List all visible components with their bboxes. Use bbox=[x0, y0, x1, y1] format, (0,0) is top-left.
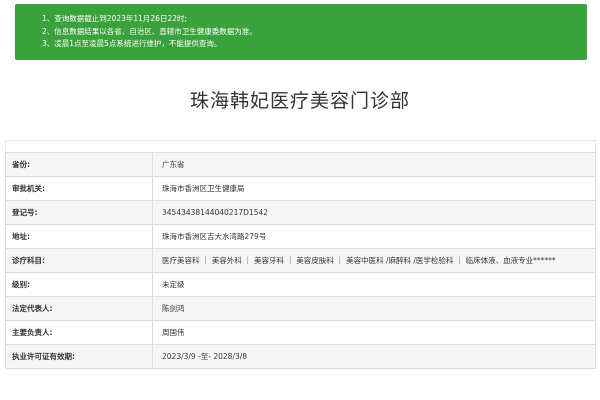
row-value: 珠海市香洲区卫生健康局 bbox=[152, 176, 596, 201]
row-label: 执业许可证有效期: bbox=[5, 344, 153, 369]
row-label: 登记号: bbox=[5, 200, 153, 225]
row-value: 医疗美容科 ｜ 美容外科 ｜ 美容牙科 ｜ 美容皮肤科 ｜ 美容中医科 /麻醉科… bbox=[152, 248, 596, 273]
row-value: 广东省 bbox=[152, 152, 596, 177]
table-row-principal: 主要负责人: 周国伟 bbox=[5, 320, 596, 345]
row-value: 周国伟 bbox=[152, 320, 596, 345]
notice-banner: 1、查询数据截止到2023年11月26日22时; 2、信息数据结果以各省、自治区… bbox=[15, 4, 587, 60]
table-row-legal-rep: 法定代表人: 陈剑鸿 bbox=[5, 296, 596, 321]
row-label: 法定代表人: bbox=[5, 296, 153, 321]
row-value: 2023/3/9 -至- 2028/3/8 bbox=[152, 344, 596, 369]
info-table: 省份: 广东省 审批机关: 珠海市香洲区卫生健康局 登记号: 345434381… bbox=[5, 140, 596, 369]
table-row-departments: 诊疗科目: 医疗美容科 ｜ 美容外科 ｜ 美容牙科 ｜ 美容皮肤科 ｜ 美容中医… bbox=[5, 248, 596, 273]
row-label: 级别: bbox=[5, 272, 153, 297]
table-row-province: 省份: 广东省 bbox=[5, 152, 596, 177]
table-row-license-validity: 执业许可证有效期: 2023/3/9 -至- 2028/3/8 bbox=[5, 344, 596, 369]
row-label: 省份: bbox=[5, 152, 153, 177]
row-label: 诊疗科目: bbox=[5, 248, 153, 273]
page-title: 珠海韩妃医疗美容门诊部 bbox=[189, 90, 410, 112]
row-label: 地址: bbox=[5, 224, 153, 249]
notice-line-1: 1、查询数据截止到2023年11月26日22时; bbox=[42, 14, 188, 23]
table-row-registration: 登记号: 34543438144040217D1542 bbox=[5, 200, 596, 225]
row-value: 34543438144040217D1542 bbox=[152, 200, 596, 225]
row-label: 主要负责人: bbox=[5, 320, 153, 345]
table-row-address: 地址: 珠海市香洲区吉大水湾路279号 bbox=[5, 224, 596, 249]
row-value: 未定级 bbox=[152, 272, 596, 297]
table-row-authority: 审批机关: 珠海市香洲区卫生健康局 bbox=[5, 176, 596, 201]
row-value: 陈剑鸿 bbox=[152, 296, 596, 321]
table-header-spacer bbox=[5, 140, 596, 153]
row-value: 珠海市香洲区吉大水湾路279号 bbox=[152, 224, 596, 249]
notice-line-2: 2、信息数据结果以各省、自治区、直辖市卫生健康委数据为准。 bbox=[42, 26, 257, 36]
row-label: 审批机关: bbox=[5, 176, 153, 201]
table-row-level: 级别: 未定级 bbox=[5, 272, 596, 297]
notice-line-3: 3、凌晨1点至凌晨5点系统进行维护，不能提供查询。 bbox=[42, 39, 222, 48]
